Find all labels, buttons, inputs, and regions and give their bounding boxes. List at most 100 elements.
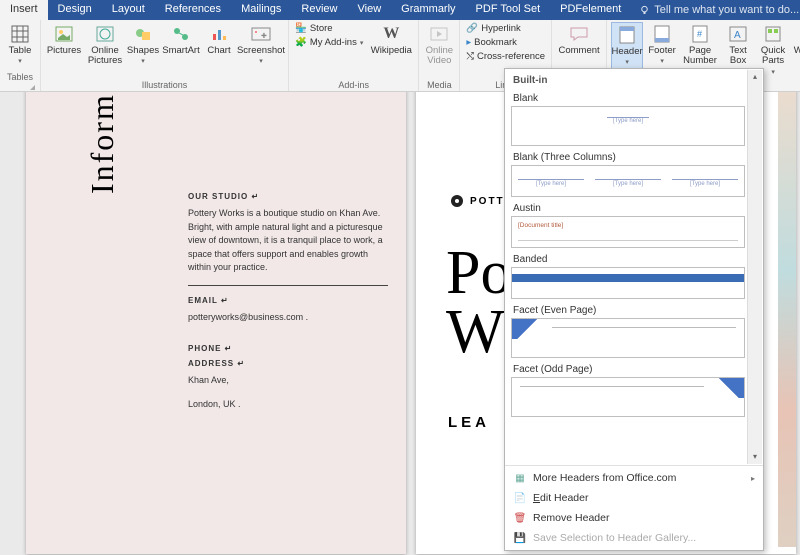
quickparts-icon: [763, 24, 783, 44]
gallery-section-builtin: Built-in: [511, 73, 745, 89]
hyperlink-button[interactable]: 🔗Hyperlink: [464, 22, 547, 35]
tab-references[interactable]: References: [155, 0, 231, 20]
store-icon: 🏪: [295, 23, 307, 34]
group-label-media: Media: [423, 80, 455, 91]
edit-icon: 📄: [513, 491, 527, 505]
gallery-item-label: Facet (Odd Page): [511, 360, 745, 377]
photo-strip: [778, 92, 796, 547]
address-line1: Khan Ave,: [188, 374, 388, 388]
studio-block: OUR STUDIO ↵ Pottery Works is a boutique…: [188, 192, 388, 421]
ribbon-tabs: Insert Design Layout References Mailings…: [0, 0, 800, 20]
bookmark-icon: ▸: [466, 37, 471, 48]
save-selection-button: 💾 Save Selection to Header Gallery...: [505, 528, 763, 548]
store-button[interactable]: 🏪Store: [293, 22, 365, 35]
tell-me-placeholder: Tell me what you want to do...: [654, 4, 799, 16]
gallery-scrollbar[interactable]: ▴ ▾: [747, 70, 762, 464]
group-media: Online Video Media: [419, 20, 460, 91]
comment-button[interactable]: Comment: [556, 22, 602, 58]
address-line2: London, UK .: [188, 398, 388, 412]
remove-icon: 🗑: [513, 511, 527, 525]
gallery-item-blank[interactable]: [Type here]: [511, 106, 745, 146]
cross-reference-button[interactable]: ⤭Cross-reference: [464, 50, 547, 63]
tab-layout[interactable]: Layout: [102, 0, 155, 20]
page-number-icon: #: [690, 24, 710, 44]
smartart-icon: [171, 24, 191, 44]
chevron-right-icon: ▸: [751, 474, 755, 483]
table-button[interactable]: Table▾: [4, 22, 36, 68]
hero-title: Po W: [446, 244, 511, 362]
gallery-item-label: Blank: [511, 89, 745, 106]
tell-me-search[interactable]: Tell me what you want to do...: [631, 0, 800, 20]
group-label-tables: Tables: [4, 72, 36, 83]
email-heading: EMAIL ↵: [188, 296, 388, 305]
office-icon: ▦: [513, 471, 527, 485]
tab-review[interactable]: Review: [291, 0, 347, 20]
edit-header-button[interactable]: 📄 EEdit Headerdit Header: [505, 488, 763, 508]
tab-insert[interactable]: Insert: [0, 0, 48, 20]
gallery-item-blank3[interactable]: [Type here][Type here][Type here]: [511, 165, 745, 197]
tab-design[interactable]: Design: [48, 0, 102, 20]
page-title-vertical: Information: [84, 92, 121, 194]
screenshot-icon: ✚: [251, 24, 271, 44]
shapes-button[interactable]: Shapes▾: [127, 22, 159, 68]
gallery-item-facet-odd[interactable]: [511, 377, 745, 417]
video-icon: [429, 24, 449, 44]
svg-text:A: A: [734, 30, 741, 41]
gallery-item-label: Austin: [511, 199, 745, 216]
wordart-button[interactable]: AWordArt▾: [792, 22, 800, 68]
scroll-up-icon[interactable]: ▴: [748, 70, 762, 84]
gallery-item-label: Facet (Even Page): [511, 301, 745, 318]
gallery-item-label: Banded: [511, 250, 745, 267]
footer-button[interactable]: Footer▾: [646, 22, 678, 68]
more-headers-button[interactable]: ▦ More Headers from Office.com ▸: [505, 468, 763, 488]
table-icon: [10, 24, 30, 44]
remove-header-button[interactable]: 🗑 Remove Header: [505, 508, 763, 528]
screenshot-button[interactable]: ✚Screenshot▾: [238, 22, 284, 68]
email-value: potteryworks@business.com .: [188, 311, 388, 325]
pictures-button[interactable]: Pictures: [45, 22, 83, 58]
group-tables: Table▾ Tables: [0, 20, 41, 91]
lightbulb-icon: [639, 5, 650, 16]
tab-grammarly[interactable]: Grammarly: [391, 0, 465, 20]
header-icon: [617, 25, 637, 45]
header-button[interactable]: Header▾: [611, 22, 643, 70]
svg-text:#: #: [697, 29, 702, 39]
header-gallery-dropdown: Built-in Blank [Type here] Blank (Three …: [504, 68, 764, 551]
shapes-icon: [133, 24, 153, 44]
gallery-item-label: Blank (Three Columns): [511, 148, 745, 165]
gallery-item-austin[interactable]: [Document title]: [511, 216, 745, 248]
gallery-footer: ▦ More Headers from Office.com ▸ 📄 EEdit…: [505, 465, 763, 550]
tab-pdftoolset[interactable]: PDF Tool Set: [466, 0, 551, 20]
chart-icon: [209, 24, 229, 44]
footer-icon: [652, 24, 672, 44]
chart-button[interactable]: Chart: [203, 22, 235, 58]
studio-paragraph: Pottery Works is a boutique studio on Kh…: [188, 207, 388, 275]
tab-mailings[interactable]: Mailings: [231, 0, 291, 20]
page-left[interactable]: Information OUR STUDIO ↵ Pottery Works i…: [26, 92, 406, 554]
dialog-launcher-icon[interactable]: [21, 83, 36, 91]
gallery-item-facet-even[interactable]: [511, 318, 745, 358]
scroll-down-icon[interactable]: ▾: [748, 450, 762, 464]
gallery-item-banded[interactable]: [511, 267, 745, 299]
group-label-illustrations: Illustrations: [45, 80, 284, 91]
save-icon: 💾: [513, 531, 527, 545]
gallery-scroll[interactable]: Built-in Blank [Type here] Blank (Three …: [505, 69, 763, 465]
tab-pdfelement[interactable]: PDFelement: [550, 0, 631, 20]
divider: [188, 285, 388, 286]
wikipedia-icon: W: [381, 24, 401, 44]
address-heading: ADDRESS ↵: [188, 359, 388, 368]
my-addins-button[interactable]: 🧩My Add-ins ▾: [293, 36, 365, 49]
online-pictures-button[interactable]: Online Pictures: [86, 22, 124, 69]
tab-view[interactable]: View: [348, 0, 392, 20]
wikipedia-button[interactable]: WWikipedia: [368, 22, 414, 58]
group-illustrations: Pictures Online Pictures Shapes▾ SmartAr…: [41, 20, 289, 91]
smartart-button[interactable]: SmartArt: [162, 22, 200, 58]
bookmark-button[interactable]: ▸Bookmark: [464, 36, 547, 49]
crossref-icon: ⤭: [466, 51, 474, 62]
phone-heading: PHONE ↵: [188, 344, 388, 353]
textbox-icon: A: [728, 24, 748, 44]
our-studio-heading: OUR STUDIO ↵: [188, 192, 388, 201]
hero-subtitle: LEA: [448, 414, 490, 431]
addins-icon: 🧩: [295, 37, 307, 48]
online-pictures-icon: [95, 24, 115, 44]
